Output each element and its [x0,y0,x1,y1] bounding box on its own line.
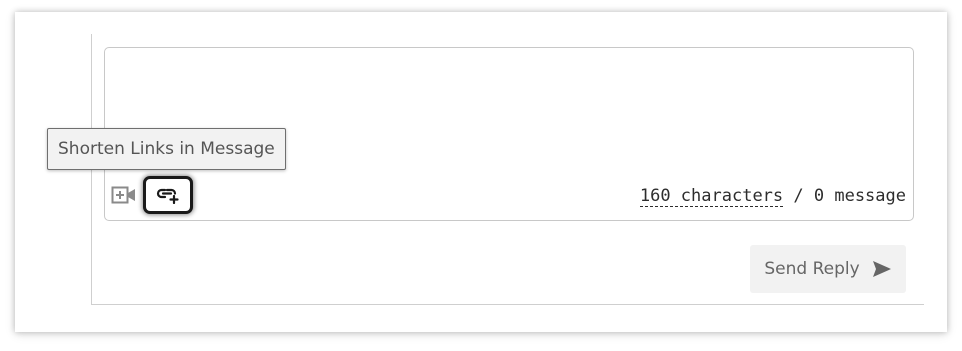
message-count: 0 message [813,186,906,206]
video-add-icon [111,186,135,204]
shorten-links-tooltip: Shorten Links in Message [47,128,286,170]
send-arrow-icon [872,261,891,277]
character-count[interactable]: 160 characters [639,186,784,207]
shorten-links-button[interactable] [143,176,193,214]
character-counter: 160 characters / 0 message [639,186,906,207]
send-reply-label: Send Reply [764,259,860,279]
add-video-button[interactable] [110,183,138,207]
send-reply-button[interactable]: Send Reply [750,245,906,293]
counter-separator: / [783,186,814,206]
thread-divider-horizontal [91,304,924,305]
link-plus-icon [156,188,179,204]
